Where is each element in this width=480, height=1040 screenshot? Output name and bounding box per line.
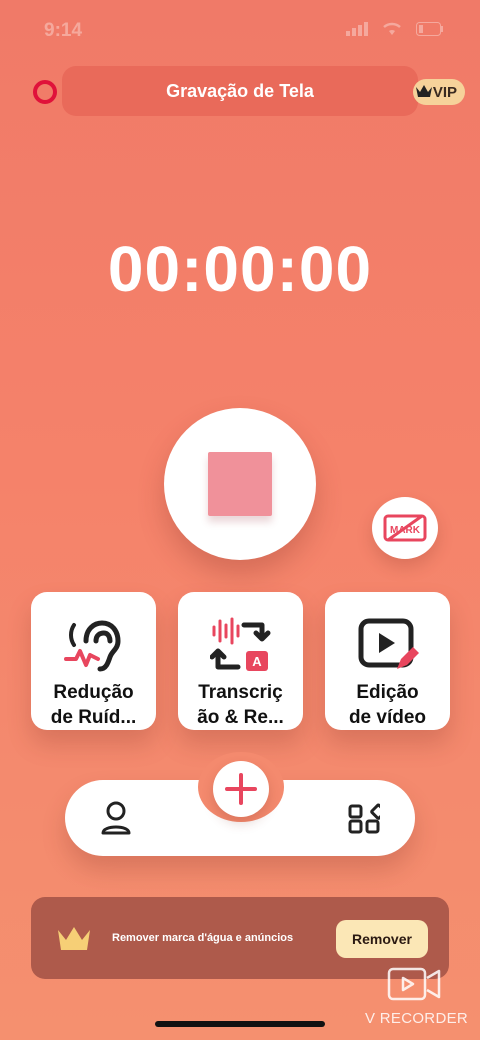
crown-icon xyxy=(416,85,432,97)
page-title: Gravação de Tela xyxy=(62,66,418,116)
home-indicator[interactable] xyxy=(155,1021,325,1027)
mark-icon: MARK xyxy=(383,514,427,542)
battery-icon xyxy=(416,22,443,36)
video-edit-icon xyxy=(358,618,419,669)
status-icons xyxy=(346,22,444,36)
transcription-label: Transcriç ão & Re... xyxy=(197,682,284,728)
remove-button[interactable]: Remover xyxy=(336,920,428,958)
recording-timer: 00:00:00 xyxy=(107,233,373,305)
noise-reduction-card[interactable]: Redução de Ruíd... xyxy=(31,592,156,730)
video-edit-label: Edição de vídeo xyxy=(348,682,427,728)
transcription-icon: A xyxy=(209,617,270,671)
crown-icon xyxy=(58,927,90,950)
stop-icon xyxy=(208,452,272,516)
wifi-icon xyxy=(383,22,401,35)
vip-label: VIP xyxy=(432,83,457,101)
signal-icon xyxy=(346,22,368,36)
video-recorder-icon xyxy=(387,967,441,1001)
stop-recording-button[interactable] xyxy=(164,408,316,560)
ear-noise-icon xyxy=(63,620,121,672)
status-time: 9:14 xyxy=(44,20,83,41)
vip-badge[interactable]: VIP xyxy=(413,79,465,105)
add-button[interactable] xyxy=(213,761,269,817)
noise-reduction-label: Redução de Ruíd... xyxy=(50,682,137,728)
profile-tab[interactable] xyxy=(100,800,132,836)
mark-button[interactable]: MARK xyxy=(372,497,438,559)
video-edit-card[interactable]: Edição de vídeo xyxy=(325,592,450,730)
apps-icon xyxy=(348,803,387,834)
watermark-text: V RECORDER xyxy=(365,1010,469,1027)
plus-icon xyxy=(225,773,257,805)
svg-text:A: A xyxy=(252,654,262,669)
recording-indicator[interactable] xyxy=(33,80,57,104)
status-bar: 9:14 xyxy=(0,0,480,64)
apps-tab[interactable] xyxy=(348,802,387,834)
transcription-card[interactable]: A Transcriç ão & Re... xyxy=(178,592,303,730)
promo-text: Remover marca d'água e anúncios xyxy=(112,932,294,944)
profile-icon xyxy=(101,801,131,835)
